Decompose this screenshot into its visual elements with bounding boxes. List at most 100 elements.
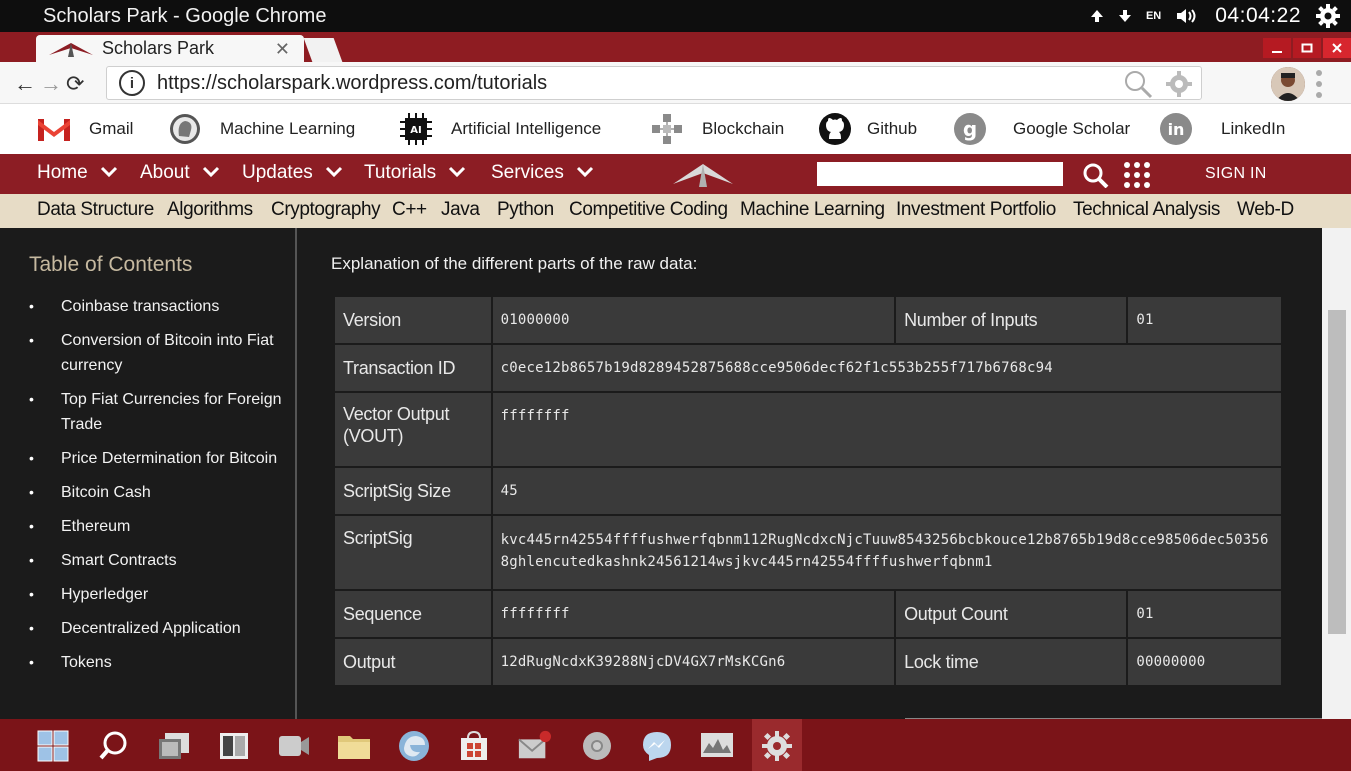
menu-dots-icon[interactable] bbox=[1316, 70, 1324, 98]
nav-label: Tutorials bbox=[364, 162, 437, 183]
bookmarks-bar: Gmail Machine Learning AI Artificial Int… bbox=[0, 104, 1351, 154]
mail-icon[interactable] bbox=[517, 729, 551, 763]
bookmark-label: Gmail bbox=[89, 119, 134, 138]
bookmark-label: Google Scholar bbox=[1013, 119, 1131, 138]
back-arrow-icon[interactable]: ← bbox=[14, 71, 36, 97]
bookmark-blockchain[interactable]: Blockchain bbox=[650, 104, 784, 154]
toc-item[interactable]: Decentralized Application bbox=[26, 616, 291, 641]
category-link[interactable]: Competitive Coding bbox=[569, 199, 728, 221]
nav-about[interactable]: About bbox=[140, 162, 220, 184]
nav-tutorials[interactable]: Tutorials bbox=[364, 162, 466, 184]
profile-avatar[interactable] bbox=[1271, 67, 1305, 101]
file-explorer-icon[interactable] bbox=[337, 729, 371, 763]
category-link[interactable]: Java bbox=[441, 199, 480, 221]
chrome-icon[interactable] bbox=[580, 729, 614, 763]
page-content: Table of Contents Coinbase transactions … bbox=[0, 228, 1322, 719]
table-label: Output Count bbox=[894, 589, 1129, 639]
table-label: Number of Inputs bbox=[894, 295, 1129, 345]
url-text[interactable]: https://scholarspark.wordpress.com/tutor… bbox=[157, 72, 547, 95]
bookmark-gmail[interactable]: Gmail bbox=[37, 104, 133, 154]
settings-gear-icon[interactable] bbox=[1315, 3, 1341, 29]
windows-start-icon[interactable] bbox=[36, 729, 70, 763]
table-value: ffffffff bbox=[490, 391, 1284, 468]
settings-icon[interactable] bbox=[760, 729, 794, 763]
category-link[interactable]: Machine Learning bbox=[740, 199, 885, 221]
toc-item[interactable]: Conversion of Bitcoin into Fiat currency bbox=[26, 328, 291, 378]
search-icon[interactable] bbox=[97, 729, 131, 763]
store-icon[interactable] bbox=[457, 729, 491, 763]
toc-item[interactable]: Hyperledger bbox=[26, 582, 291, 607]
bookmark-machine-learning[interactable]: Machine Learning bbox=[168, 104, 355, 154]
browser-tab[interactable]: Scholars Park ✕ bbox=[36, 35, 304, 62]
system-tray: EN 04:04:22 bbox=[1090, 0, 1341, 32]
forward-arrow-icon[interactable]: → bbox=[40, 71, 62, 97]
bookmark-label: Machine Learning bbox=[220, 119, 356, 138]
table-value: 00000000 bbox=[1126, 637, 1283, 687]
tab-title: Scholars Park bbox=[102, 38, 215, 58]
nav-services[interactable]: Services bbox=[491, 162, 594, 184]
category-link[interactable]: Python bbox=[497, 199, 554, 221]
category-link[interactable]: Investment Portfolio bbox=[896, 199, 1056, 221]
sign-in-link[interactable]: SIGN IN bbox=[1205, 165, 1267, 183]
table-label: Lock time bbox=[894, 637, 1129, 687]
maximize-button[interactable] bbox=[1293, 38, 1321, 58]
camera-icon[interactable] bbox=[277, 729, 311, 763]
nav-updates[interactable]: Updates bbox=[242, 162, 343, 184]
category-link[interactable]: Cryptography bbox=[271, 199, 381, 221]
toc-item[interactable]: Tokens bbox=[26, 650, 291, 675]
google-scholar-icon: g bbox=[953, 112, 987, 146]
extension-gear-icon[interactable] bbox=[1165, 70, 1193, 103]
toc-item[interactable]: Bitcoin Cash bbox=[26, 480, 291, 505]
omnibox-icons bbox=[1123, 69, 1193, 104]
new-tab-button[interactable] bbox=[303, 38, 343, 62]
category-link[interactable]: Algorithms bbox=[167, 199, 253, 221]
category-link[interactable]: Data Structure bbox=[37, 199, 154, 221]
apps-grid-icon[interactable] bbox=[1124, 162, 1150, 188]
category-link[interactable]: Web-D bbox=[1237, 199, 1294, 221]
table-value: 12dRugNcdxK39288NjcDV4GX7rMsKCGn6 bbox=[490, 637, 897, 687]
tab-close-icon[interactable]: ✕ bbox=[275, 39, 290, 60]
category-link[interactable]: C++ bbox=[392, 199, 427, 221]
task-view-icon[interactable] bbox=[217, 729, 251, 763]
toc-item[interactable]: Price Determination for Bitcoin bbox=[26, 446, 291, 471]
page-scrollbar[interactable] bbox=[1322, 228, 1351, 719]
toc-item[interactable]: Coinbase transactions bbox=[26, 294, 291, 319]
language-indicator[interactable]: EN bbox=[1146, 10, 1161, 22]
svg-text:in: in bbox=[1168, 120, 1185, 139]
chevron-down-icon bbox=[448, 165, 466, 181]
bookmark-artificial-intelligence[interactable]: AI Artificial Intelligence bbox=[399, 104, 601, 154]
site-search-input[interactable] bbox=[817, 162, 1063, 186]
reload-icon[interactable]: ⟳ bbox=[66, 71, 84, 97]
close-window-button[interactable] bbox=[1323, 38, 1351, 58]
toc-item[interactable]: Ethereum bbox=[26, 514, 291, 539]
edge-icon[interactable] bbox=[397, 729, 431, 763]
toc-item[interactable]: Top Fiat Currencies for Foreign Trade bbox=[26, 387, 291, 437]
minimize-button[interactable] bbox=[1263, 38, 1291, 58]
toc-item[interactable]: Smart Contracts bbox=[26, 548, 291, 573]
bookmark-linkedin[interactable]: in LinkedIn bbox=[1159, 104, 1285, 154]
monitor-icon[interactable] bbox=[700, 729, 734, 763]
info-icon[interactable]: i bbox=[119, 70, 145, 96]
table-row: ScriptSig Size 45 bbox=[333, 466, 1284, 516]
bookmark-google-scholar[interactable]: g Google Scholar bbox=[953, 104, 1130, 154]
bookmark-label: Artificial Intelligence bbox=[451, 119, 602, 138]
bookmark-github[interactable]: Github bbox=[818, 104, 917, 154]
bookmark-label: Blockchain bbox=[702, 119, 785, 138]
svg-text:g: g bbox=[963, 117, 977, 141]
ai-chip-icon: AI bbox=[399, 112, 433, 146]
screenshot-icon[interactable] bbox=[157, 729, 191, 763]
category-link[interactable]: Technical Analysis bbox=[1073, 199, 1220, 221]
table-row: Sequence ffffffff Output Count 01 bbox=[333, 589, 1283, 639]
volume-icon[interactable] bbox=[1175, 7, 1201, 25]
search-icon[interactable] bbox=[1082, 162, 1110, 193]
clock: 04:04:22 bbox=[1215, 4, 1301, 27]
zoom-magnifier-icon[interactable] bbox=[1123, 69, 1153, 104]
omnibox[interactable]: i https://scholarspark.wordpress.com/tut… bbox=[106, 66, 1202, 100]
scrollbar-thumb[interactable] bbox=[1328, 310, 1346, 634]
blockchain-icon bbox=[650, 112, 684, 146]
messenger-icon[interactable] bbox=[640, 729, 674, 763]
nav-label: Services bbox=[491, 162, 564, 183]
nav-home[interactable]: Home bbox=[37, 162, 118, 184]
bookmark-label: LinkedIn bbox=[1221, 119, 1286, 138]
site-logo-icon[interactable] bbox=[672, 160, 734, 193]
